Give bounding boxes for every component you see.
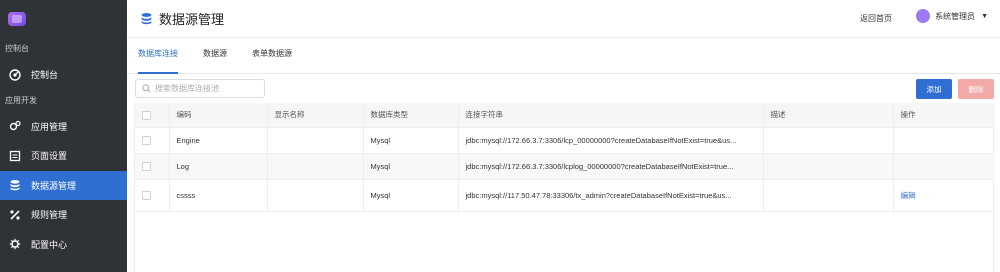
tab-bar: 数据库连接 数据源 表单数据源 <box>127 38 1000 74</box>
cell-actions <box>893 153 995 180</box>
page-icon <box>9 150 21 162</box>
sidebar-item-label: 页面设置 <box>31 151 68 162</box>
sidebar-item-config-center[interactable]: 配置中心 <box>0 230 127 260</box>
user-name: 系统管理员 <box>935 11 976 21</box>
sidebar-item-app-management[interactable]: 应用管理 <box>0 112 127 142</box>
tab-form-datasource[interactable]: 表单数据源 <box>252 37 292 73</box>
cell-description <box>763 127 894 154</box>
sidebar-item-label: 数据源管理 <box>31 180 77 191</box>
database-icon <box>140 12 153 25</box>
cell-display-name <box>267 127 364 154</box>
cell-code: Engine <box>169 127 268 154</box>
table-row[interactable]: cssss Mysql jdbc:mysql://117.50.47.78:33… <box>135 179 995 212</box>
row-checkbox-cell[interactable] <box>135 179 170 212</box>
page-title: 数据源管理 <box>159 12 225 27</box>
row-checkbox[interactable] <box>142 161 151 171</box>
sidebar-item-rules-management[interactable]: 规则管理 <box>0 200 127 230</box>
tab-datasource[interactable]: 数据源 <box>203 37 227 73</box>
column-header: 显示名称 <box>267 103 364 128</box>
cell-connection-string: jdbc:mysql://172.66.3.7:3306/lcp_0000000… <box>458 127 764 154</box>
cell-db-type: Mysql <box>363 127 459 154</box>
cell-code: Log <box>169 153 268 180</box>
tab-db-connection[interactable]: 数据库连接 <box>138 37 178 74</box>
cell-display-name <box>267 153 364 180</box>
gears-icon <box>9 120 21 132</box>
app-logo[interactable] <box>0 0 127 38</box>
table-header-row: 编码 显示名称 数据库类型 连接字符串 描述 操作 <box>135 103 995 128</box>
column-header: 连接字符串 <box>458 103 764 128</box>
config-icon <box>9 238 21 250</box>
back-home-link[interactable]: 返回首页 <box>860 13 892 24</box>
cell-display-name <box>267 179 364 212</box>
cell-db-type: Mysql <box>363 179 459 212</box>
sidebar-item-label: 控制台 <box>31 70 59 81</box>
select-all-checkbox-cell[interactable] <box>135 103 170 128</box>
delete-button[interactable]: 删除 <box>958 79 994 99</box>
cell-description <box>763 153 894 180</box>
search-input[interactable] <box>155 84 255 93</box>
row-checkbox-cell[interactable] <box>135 127 170 154</box>
sidebar-item-label: 配置中心 <box>31 239 68 250</box>
row-checkbox-cell[interactable] <box>135 153 170 180</box>
search-box[interactable] <box>135 79 265 98</box>
avatar <box>916 9 931 23</box>
dashboard-icon <box>9 69 21 81</box>
nav-group-title: 应用开发 <box>5 95 37 105</box>
table-row[interactable]: Log Mysql jdbc:mysql://172.66.3.7:3306/l… <box>135 153 995 180</box>
sidebar-item-page-settings[interactable]: 页面设置 <box>0 141 127 171</box>
rules-icon <box>9 209 21 221</box>
cell-db-type: Mysql <box>363 153 459 180</box>
sidebar: 控制台 控制台 应用开发 应用管理 页面设置 数据源管理 规则管理 配置中心 <box>0 0 127 272</box>
row-checkbox[interactable] <box>142 190 151 200</box>
add-button[interactable]: 添加 <box>916 79 952 99</box>
cell-code: cssss <box>169 179 268 212</box>
edit-link[interactable]: 编辑 <box>901 191 916 200</box>
sidebar-item-datasource-management[interactable]: 数据源管理 <box>0 170 127 200</box>
select-all-checkbox[interactable] <box>142 110 151 120</box>
database-icon <box>9 179 21 191</box>
cell-actions <box>893 127 995 154</box>
sidebar-item-label: 规则管理 <box>31 210 68 221</box>
cell-connection-string: jdbc:mysql://172.66.3.7:3306/lcplog_0000… <box>458 153 764 180</box>
top-header: 数据源管理 返回首页 系统管理员 ▼ <box>127 0 1000 38</box>
caret-down-icon: ▼ <box>981 12 988 20</box>
column-header: 描述 <box>763 103 894 128</box>
column-header: 操作 <box>893 103 995 128</box>
nav-group-title: 控制台 <box>5 44 29 53</box>
table-row[interactable]: Engine Mysql jdbc:mysql://172.66.3.7:330… <box>135 127 995 154</box>
cell-connection-string: jdbc:mysql://117.50.47.78:33306/tx_admin… <box>458 179 764 212</box>
search-icon <box>142 84 151 93</box>
sidebar-item-dashboard[interactable]: 控制台 <box>0 60 127 90</box>
column-header: 数据库类型 <box>363 103 459 128</box>
column-header: 编码 <box>169 103 268 128</box>
logo-icon <box>8 12 26 26</box>
connections-table: 编码 显示名称 数据库类型 连接字符串 描述 操作 Engine Mysql j… <box>134 103 995 272</box>
user-menu[interactable]: 系统管理员 ▼ <box>916 9 988 23</box>
row-checkbox[interactable] <box>142 135 151 145</box>
cell-actions: 编辑 <box>893 179 995 212</box>
sidebar-item-label: 应用管理 <box>31 121 68 132</box>
cell-description <box>763 179 894 212</box>
